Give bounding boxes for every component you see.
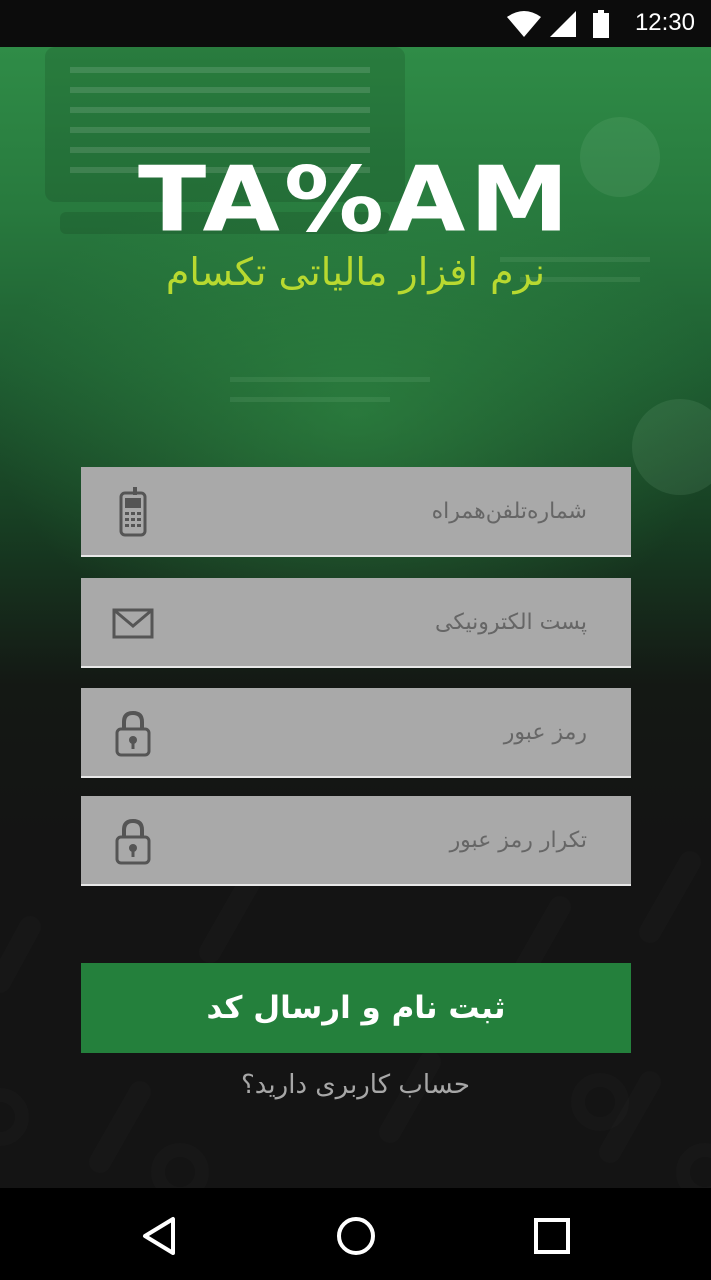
brand-logo: TA%AM — [0, 150, 711, 250]
wifi-icon — [507, 11, 541, 37]
battery-icon — [593, 10, 609, 38]
back-triangle-icon[interactable] — [137, 1214, 181, 1258]
register-submit-button[interactable]: ثبت نام و ارسال کد — [81, 963, 631, 1053]
logo-wordmark: TA%AM — [138, 146, 573, 253]
password-repeat-field-container — [81, 796, 631, 886]
lock-icon — [115, 710, 151, 757]
status-bar: 12:30 — [0, 0, 711, 47]
signal-icon — [550, 11, 576, 37]
email-input[interactable] — [81, 578, 631, 666]
phone-input[interactable] — [81, 467, 631, 555]
password-input[interactable] — [81, 688, 631, 776]
password-repeat-input[interactable] — [81, 796, 631, 884]
mobile-phone-icon — [119, 487, 147, 537]
envelope-icon — [112, 608, 154, 639]
home-circle-icon[interactable] — [334, 1214, 378, 1258]
phone-field-container — [81, 467, 631, 557]
navigation-bar — [0, 1188, 711, 1280]
login-link[interactable]: حساب کاربری دارید؟ — [0, 1070, 711, 1100]
lock-icon — [115, 818, 151, 865]
brand-subtitle: نرم افزار مالیاتی تکسام — [165, 250, 546, 294]
password-field-container — [81, 688, 631, 778]
email-field-container — [81, 578, 631, 668]
recents-square-icon[interactable] — [530, 1214, 574, 1258]
status-time: 12:30 — [634, 9, 695, 36]
